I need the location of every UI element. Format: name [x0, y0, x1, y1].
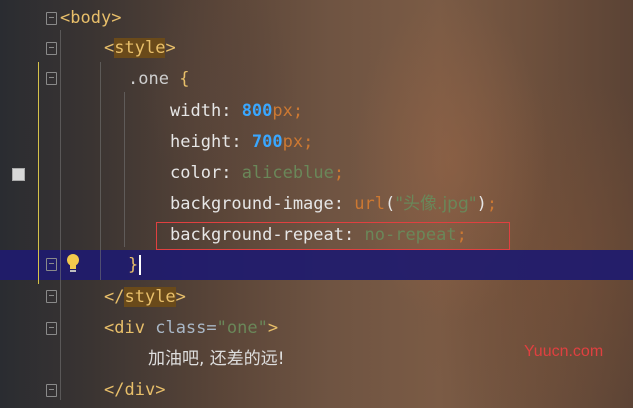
text-cursor — [139, 255, 142, 275]
gutter — [0, 0, 100, 408]
indent-guide — [124, 92, 125, 247]
code-editor[interactable]: <body> <style> .one { width: 800px; heig… — [0, 0, 633, 408]
lightbulb-icon[interactable] — [65, 253, 81, 275]
code-line-10[interactable]: </style> — [104, 282, 186, 312]
fold-marker-icon[interactable] — [46, 322, 57, 335]
code-line-11[interactable]: <div class="one"> — [104, 313, 278, 343]
code-line-3[interactable]: .one { — [128, 64, 189, 94]
highlight-box — [156, 222, 510, 250]
fold-marker-icon[interactable] — [46, 384, 57, 397]
fold-marker-icon[interactable] — [46, 290, 57, 303]
code-line-13[interactable]: </div> — [104, 375, 165, 405]
scope-guide — [38, 62, 39, 284]
code-line-4[interactable]: width: 800px; — [170, 96, 303, 126]
code-line-7[interactable]: background-image: url("头像.jpg"); — [170, 189, 497, 219]
indent-guide — [60, 30, 61, 400]
fold-marker-icon[interactable] — [46, 42, 57, 55]
code-line-1[interactable]: <body> — [60, 3, 121, 33]
code-line-5[interactable]: height: 700px; — [170, 127, 313, 157]
code-line-2[interactable]: <style> — [104, 33, 176, 63]
code-line-6[interactable]: color: aliceblue; — [170, 158, 344, 188]
fold-marker-icon[interactable] — [46, 12, 57, 25]
bookmark-icon[interactable] — [12, 168, 25, 181]
indent-guide — [100, 62, 101, 280]
fold-marker-icon[interactable] — [46, 72, 57, 85]
watermark: Yuucn.com — [524, 343, 604, 360]
fold-marker-icon[interactable] — [46, 258, 57, 271]
code-line-9[interactable]: } — [128, 250, 142, 280]
code-line-12[interactable]: 加油吧, 还差的远! — [148, 344, 285, 374]
